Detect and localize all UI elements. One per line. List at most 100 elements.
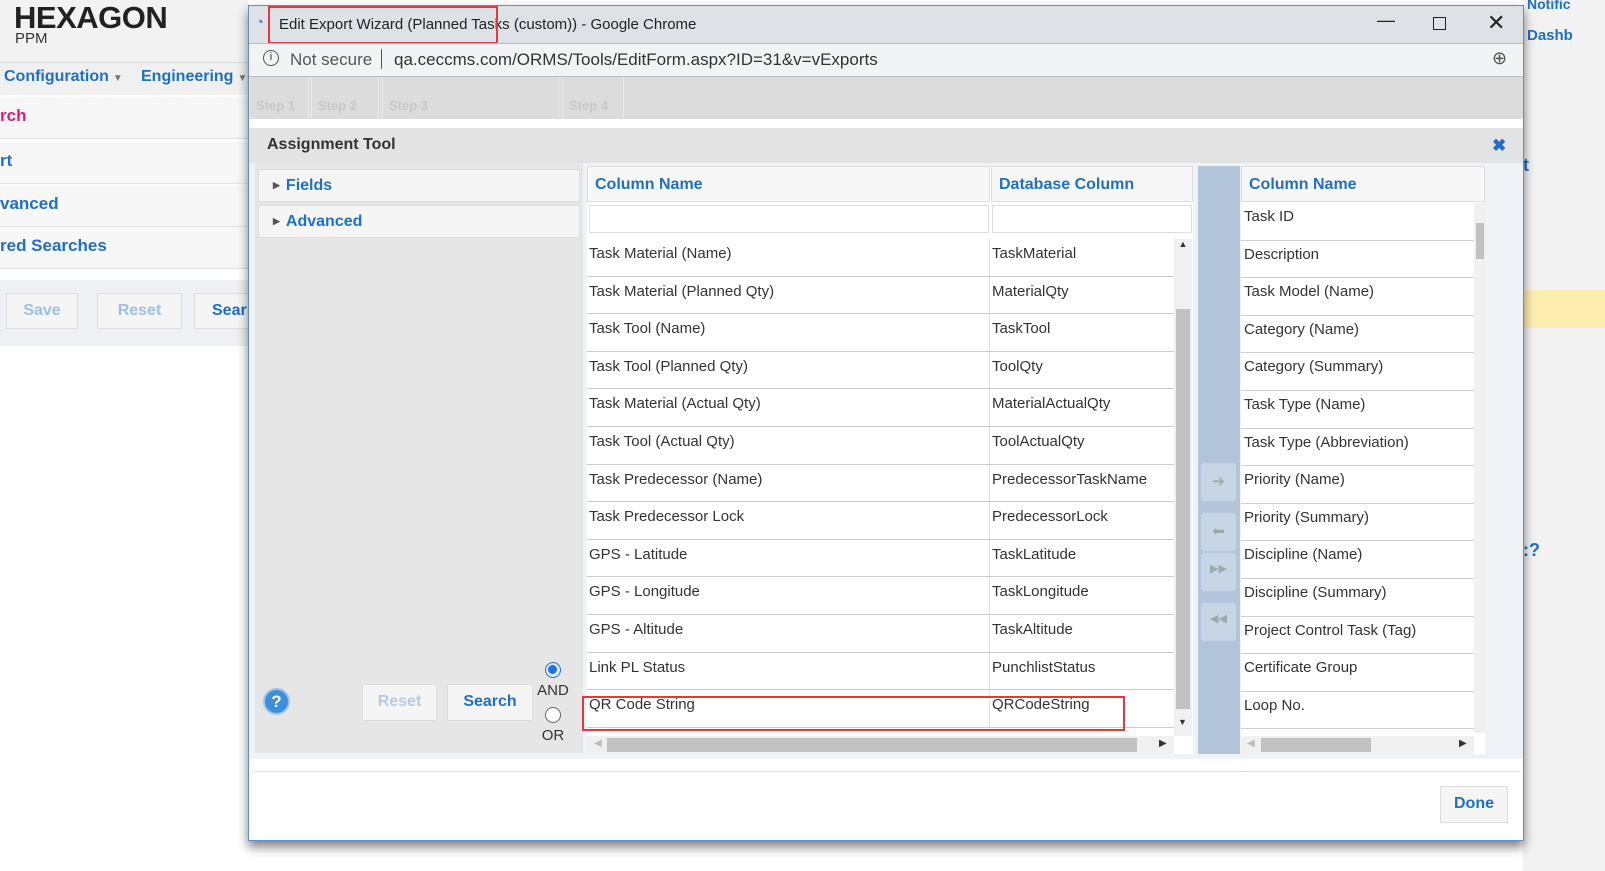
list-item[interactable]: Task ID xyxy=(1241,203,1474,241)
column-header-name[interactable]: Column Name xyxy=(587,166,990,202)
table-row[interactable]: Task Predecessor (Name) PredecessorTaskNa… xyxy=(587,464,1174,503)
done-button[interactable]: Done xyxy=(1440,786,1508,823)
selected-rows: Task ID Description Task Model (Name) Categ… xyxy=(1241,203,1474,733)
scroll-right-icon: ▶ xyxy=(1459,738,1467,749)
left-item-report[interactable]: rt xyxy=(0,142,248,184)
selected-column-header[interactable]: Column Name xyxy=(1241,166,1485,202)
scroll-left-icon: ◀ xyxy=(594,738,602,749)
list-item[interactable]: Task Type (Abbreviation) xyxy=(1241,429,1474,467)
move-right-icon[interactable]: ➔ xyxy=(1201,463,1236,501)
left-item-search[interactable]: rch xyxy=(0,97,248,139)
scroll-left-icon: ◀ xyxy=(1247,738,1255,749)
advanced-accordion[interactable]: ▶ Advanced xyxy=(258,205,580,238)
info-icon[interactable]: i xyxy=(263,50,279,66)
search-button[interactable]: Search xyxy=(447,684,533,721)
list-item[interactable]: Task Model (Name) xyxy=(1241,278,1474,316)
column-name-cell: Task Tool (Planned Qty) xyxy=(589,357,748,375)
filter-column-name-input[interactable] xyxy=(589,205,989,233)
or-label: OR xyxy=(541,727,565,744)
step-3[interactable]: Step 3 xyxy=(382,77,559,119)
minimize-icon[interactable]: — xyxy=(1377,10,1395,31)
column-header-database[interactable]: Database Column xyxy=(991,166,1193,202)
list-item[interactable]: Project Control Task (Tag) xyxy=(1241,617,1474,655)
and-radio[interactable] xyxy=(545,662,561,678)
scroll-up-icon: ▲ xyxy=(1178,239,1188,249)
filter-database-column-input[interactable] xyxy=(992,205,1192,233)
transfer-controls: ➔ ⬅ ▶▶ ◀◀ xyxy=(1198,166,1240,754)
caret-right-icon: ▶ xyxy=(273,216,280,226)
bg-search-button[interactable]: Sear xyxy=(194,293,254,329)
list-item[interactable]: Category (Name) xyxy=(1241,316,1474,354)
step-2[interactable]: Step 2 xyxy=(311,77,379,119)
scroll-thumb[interactable] xyxy=(1176,309,1190,709)
bg-highlight-row xyxy=(1523,290,1605,328)
filter-panel: ▶ Fields ▶ Advanced ? Reset Search xyxy=(255,163,583,753)
database-column-cell: MaterialActualQty xyxy=(992,395,1111,413)
popup-window: ◔ Edit Export Wizard (Planned Tasks (cus… xyxy=(248,5,1524,841)
notifications-link[interactable]: Notific xyxy=(1527,0,1571,12)
column-name-cell: Task Tool (Actual Qty) xyxy=(589,432,735,450)
list-item[interactable]: Category (Summary) xyxy=(1241,353,1474,391)
table-row[interactable]: Task Material (Actual Qty) MaterialActual… xyxy=(587,389,1174,427)
left-item-advanced[interactable]: vanced xyxy=(0,185,248,227)
dashboard-link[interactable]: Dashb xyxy=(1527,27,1573,44)
move-all-right-icon[interactable]: ▶▶ xyxy=(1201,553,1236,591)
bg-reset-button[interactable]: Reset xyxy=(97,293,182,329)
and-label: AND xyxy=(537,682,569,699)
table-row[interactable]: GPS - Longitude TaskLongitude xyxy=(587,577,1174,615)
table-row[interactable]: Link PL Status PunchlistStatus xyxy=(587,652,1174,691)
horizontal-scrollbar[interactable]: ◀ ▶ xyxy=(587,736,1174,754)
list-item[interactable]: Certificate Group xyxy=(1241,654,1474,692)
scroll-thumb[interactable] xyxy=(607,738,1137,752)
wizard-steps: Step 1 Step 2 Step 3 Step 4 xyxy=(249,77,1523,119)
left-item-saved-searches[interactable]: red Searches xyxy=(0,227,248,269)
available-rows: Task Material (Name) TaskMaterial Task Mat… xyxy=(587,239,1174,728)
reset-button[interactable]: Reset xyxy=(362,684,437,721)
table-row[interactable]: Task Predecessor Lock PredecessorLock xyxy=(587,502,1174,540)
nav-engineering[interactable]: Engineering ▼ xyxy=(141,68,247,86)
database-column-cell: TaskLongitude xyxy=(992,583,1089,601)
table-row[interactable]: Task Tool (Actual Qty) ToolActualQty xyxy=(587,426,1174,465)
list-item[interactable]: Description xyxy=(1241,241,1474,279)
bg-save-button[interactable]: Save xyxy=(6,293,78,329)
vertical-scrollbar[interactable]: ▲ ▼ xyxy=(1174,239,1192,736)
list-item[interactable]: Priority (Name) xyxy=(1241,466,1474,504)
move-left-icon[interactable]: ⬅ xyxy=(1201,513,1236,551)
bg-right: Notific Dashb t :? xyxy=(1523,0,1605,871)
table-row[interactable]: Task Tool (Planned Qty) ToolQty xyxy=(587,351,1174,390)
chrome-app-icon: ◔ xyxy=(255,14,265,31)
database-column-cell: PunchlistStatus xyxy=(992,658,1096,676)
scroll-thumb[interactable] xyxy=(1261,738,1371,752)
table-row[interactable]: Task Tool (Name) TaskTool xyxy=(587,314,1174,352)
table-row[interactable]: GPS - Latitude TaskLatitude xyxy=(587,539,1174,578)
list-item[interactable]: Discipline (Summary) xyxy=(1241,579,1474,617)
table-row[interactable]: Task Material (Name) TaskMaterial xyxy=(587,239,1174,277)
list-item[interactable]: Discipline (Name) xyxy=(1241,541,1474,579)
address-bar[interactable]: i Not secure qa.ceccms.com/ORMS/Tools/Ed… xyxy=(249,43,1523,77)
divider xyxy=(381,49,382,69)
list-item[interactable]: Task Type (Name) xyxy=(1241,391,1474,429)
assignment-tool-title: Assignment Tool xyxy=(267,136,396,153)
step-4[interactable]: Step 4 xyxy=(562,77,624,119)
list-item[interactable]: Loop No. xyxy=(1241,692,1474,730)
move-all-left-icon[interactable]: ◀◀ xyxy=(1201,603,1236,641)
step-1[interactable]: Step 1 xyxy=(249,77,309,119)
selected-horizontal-scrollbar[interactable]: ◀ ▶ xyxy=(1241,736,1474,754)
footer-divider xyxy=(253,771,1521,772)
fields-accordion[interactable]: ▶ Fields xyxy=(258,169,580,202)
or-radio[interactable] xyxy=(545,707,561,723)
nav-configuration[interactable]: Configuration ▼ xyxy=(4,68,123,86)
scroll-thumb[interactable] xyxy=(1476,223,1484,259)
close-icon[interactable]: ✕ xyxy=(1487,10,1505,36)
zoom-icon[interactable]: ⊕ xyxy=(1492,48,1507,69)
table-row[interactable]: GPS - Altitude TaskAltitude xyxy=(587,614,1174,653)
help-icon[interactable]: ? xyxy=(263,688,290,715)
close-icon[interactable]: ✖ xyxy=(1492,136,1506,156)
table-row[interactable]: Task Material (Planned Qty) MaterialQty xyxy=(587,276,1174,315)
list-item[interactable]: Priority (Summary) xyxy=(1241,504,1474,542)
maximize-icon[interactable] xyxy=(1433,17,1446,30)
selected-vertical-scrollbar[interactable] xyxy=(1474,203,1485,733)
logic-options: AND OR xyxy=(537,662,569,744)
database-column-cell: PredecessorLock xyxy=(992,508,1108,526)
highlight-box xyxy=(582,696,1125,731)
